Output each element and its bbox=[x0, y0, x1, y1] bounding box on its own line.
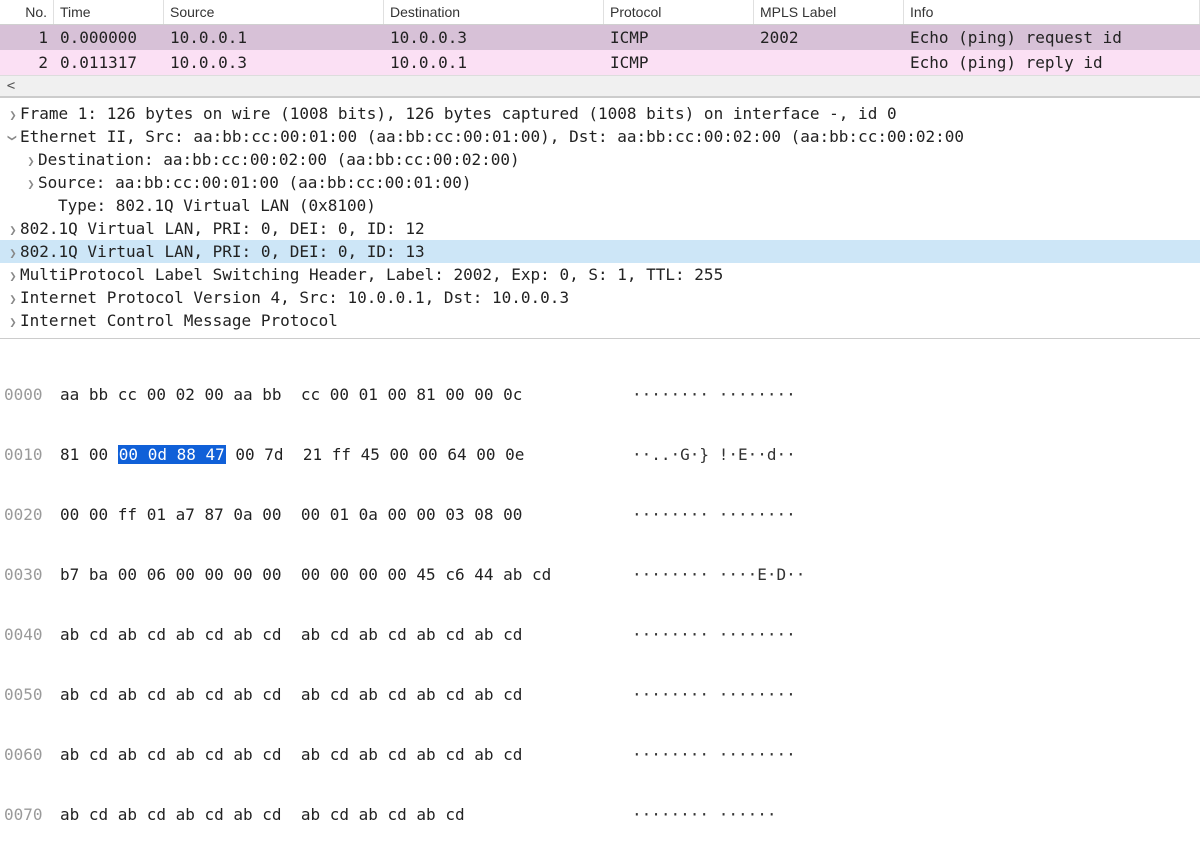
hex-line: 002000 00 ff 01 a7 87 0a 00 00 01 0a 00 … bbox=[4, 505, 1200, 525]
cell-mpls bbox=[754, 50, 904, 75]
hex-bytes: aa bb cc 00 02 00 aa bb cc 00 01 00 81 0… bbox=[60, 385, 620, 405]
tree-item-icmp[interactable]: Internet Control Message Protocol bbox=[0, 309, 1200, 332]
hex-line: 0040ab cd ab cd ab cd ab cd ab cd ab cd … bbox=[4, 625, 1200, 645]
cell-protocol: ICMP bbox=[604, 25, 754, 50]
hex-bytes: ab cd ab cd ab cd ab cd ab cd ab cd ab c… bbox=[60, 805, 620, 825]
cell-protocol: ICMP bbox=[604, 50, 754, 75]
caret-icon[interactable] bbox=[6, 269, 20, 283]
hex-bytes: ab cd ab cd ab cd ab cd ab cd ab cd ab c… bbox=[60, 685, 620, 705]
tree-label: Destination: aa:bb:cc:00:02:00 (aa:bb:cc… bbox=[38, 150, 520, 169]
caret-icon[interactable] bbox=[6, 131, 20, 145]
column-header-destination[interactable]: Destination bbox=[384, 0, 604, 24]
hex-offset: 0020 bbox=[4, 505, 60, 525]
column-header-source[interactable]: Source bbox=[164, 0, 384, 24]
tree-label: MultiProtocol Label Switching Header, La… bbox=[20, 265, 723, 284]
column-header-time[interactable]: Time bbox=[54, 0, 164, 24]
caret-icon[interactable] bbox=[24, 177, 38, 191]
cell-source: 10.0.0.3 bbox=[164, 50, 384, 75]
cell-source: 10.0.0.1 bbox=[164, 25, 384, 50]
cell-time: 0.000000 bbox=[54, 25, 164, 50]
hex-dump-pane[interactable]: 0000aa bb cc 00 02 00 aa bb cc 00 01 00 … bbox=[0, 339, 1200, 845]
cell-no: 2 bbox=[0, 50, 54, 75]
caret-icon[interactable] bbox=[6, 223, 20, 237]
cell-info: Echo (ping) reply id bbox=[904, 50, 1200, 75]
hex-offset: 0050 bbox=[4, 685, 60, 705]
hex-bytes: b7 ba 00 06 00 00 00 00 00 00 00 00 45 c… bbox=[60, 565, 620, 585]
tree-label: Ethernet II, Src: aa:bb:cc:00:01:00 (aa:… bbox=[20, 127, 964, 146]
column-header-mpls-label[interactable]: MPLS Label bbox=[754, 0, 904, 24]
packet-row[interactable]: 2 0.011317 10.0.0.3 10.0.0.1 ICMP Echo (… bbox=[0, 50, 1200, 75]
hex-highlight: 00 0d 88 47 bbox=[118, 445, 226, 464]
scroll-left-arrow-icon[interactable]: < bbox=[0, 75, 22, 97]
hex-offset: 0040 bbox=[4, 625, 60, 645]
column-header-no[interactable]: No. bbox=[0, 0, 54, 24]
cell-no: 1 bbox=[0, 25, 54, 50]
hex-bytes: 81 00 00 0d 88 47 00 7d 21 ff 45 00 00 6… bbox=[60, 445, 620, 465]
horizontal-scrollbar[interactable]: < bbox=[0, 75, 1200, 97]
tree-item-vlan-12[interactable]: 802.1Q Virtual LAN, PRI: 0, DEI: 0, ID: … bbox=[0, 217, 1200, 240]
tree-label: 802.1Q Virtual LAN, PRI: 0, DEI: 0, ID: … bbox=[20, 242, 425, 261]
column-header-protocol[interactable]: Protocol bbox=[604, 0, 754, 24]
tree-label: Internet Control Message Protocol bbox=[20, 311, 338, 330]
hex-offset: 0010 bbox=[4, 445, 60, 465]
hex-ascii: ········ ····E·D·· bbox=[620, 565, 805, 585]
hex-ascii: ··..·G·} !·E··d·· bbox=[620, 445, 796, 465]
tree-label: Source: aa:bb:cc:00:01:00 (aa:bb:cc:00:0… bbox=[38, 173, 471, 192]
tree-label: Frame 1: 126 bytes on wire (1008 bits), … bbox=[20, 104, 897, 123]
hex-ascii: ········ ········ bbox=[620, 505, 796, 525]
tree-item-frame[interactable]: Frame 1: 126 bytes on wire (1008 bits), … bbox=[0, 102, 1200, 125]
cell-time: 0.011317 bbox=[54, 50, 164, 75]
hex-offset: 0000 bbox=[4, 385, 60, 405]
tree-label: Type: 802.1Q Virtual LAN (0x8100) bbox=[58, 196, 376, 215]
hex-line: 001081 00 00 0d 88 47 00 7d 21 ff 45 00 … bbox=[4, 445, 1200, 465]
hex-line: 0060ab cd ab cd ab cd ab cd ab cd ab cd … bbox=[4, 745, 1200, 765]
cell-destination: 10.0.0.1 bbox=[384, 50, 604, 75]
packet-list-header-row: No. Time Source Destination Protocol MPL… bbox=[0, 0, 1200, 25]
hex-line: 0070ab cd ab cd ab cd ab cd ab cd ab cd … bbox=[4, 805, 1200, 825]
packet-details-pane: Frame 1: 126 bytes on wire (1008 bits), … bbox=[0, 98, 1200, 339]
tree-label: 802.1Q Virtual LAN, PRI: 0, DEI: 0, ID: … bbox=[20, 219, 425, 238]
hex-line: 0000aa bb cc 00 02 00 aa bb cc 00 01 00 … bbox=[4, 385, 1200, 405]
caret-icon[interactable] bbox=[6, 292, 20, 306]
hex-line: 0050ab cd ab cd ab cd ab cd ab cd ab cd … bbox=[4, 685, 1200, 705]
hex-offset: 0030 bbox=[4, 565, 60, 585]
caret-icon[interactable] bbox=[6, 108, 20, 122]
hex-ascii: ········ ········ bbox=[620, 625, 796, 645]
hex-ascii: ········ ········ bbox=[620, 385, 796, 405]
tree-item-eth-type[interactable]: Type: 802.1Q Virtual LAN (0x8100) bbox=[0, 194, 1200, 217]
tree-item-mpls[interactable]: MultiProtocol Label Switching Header, La… bbox=[0, 263, 1200, 286]
column-header-info[interactable]: Info bbox=[904, 0, 1200, 24]
cell-info: Echo (ping) request id bbox=[904, 25, 1200, 50]
hex-offset: 0070 bbox=[4, 805, 60, 825]
packet-row[interactable]: 1 0.000000 10.0.0.1 10.0.0.3 ICMP 2002 E… bbox=[0, 25, 1200, 50]
tree-item-eth-source[interactable]: Source: aa:bb:cc:00:01:00 (aa:bb:cc:00:0… bbox=[0, 171, 1200, 194]
tree-item-ipv4[interactable]: Internet Protocol Version 4, Src: 10.0.0… bbox=[0, 286, 1200, 309]
packet-list-pane: No. Time Source Destination Protocol MPL… bbox=[0, 0, 1200, 98]
cell-mpls: 2002 bbox=[754, 25, 904, 50]
caret-icon[interactable] bbox=[6, 315, 20, 329]
tree-item-vlan-13[interactable]: 802.1Q Virtual LAN, PRI: 0, DEI: 0, ID: … bbox=[0, 240, 1200, 263]
hex-bytes: ab cd ab cd ab cd ab cd ab cd ab cd ab c… bbox=[60, 625, 620, 645]
caret-icon[interactable] bbox=[24, 154, 38, 168]
hex-bytes: 00 00 ff 01 a7 87 0a 00 00 01 0a 00 00 0… bbox=[60, 505, 620, 525]
tree-label: Internet Protocol Version 4, Src: 10.0.0… bbox=[20, 288, 569, 307]
hex-offset: 0060 bbox=[4, 745, 60, 765]
caret-icon[interactable] bbox=[6, 246, 20, 260]
cell-destination: 10.0.0.3 bbox=[384, 25, 604, 50]
tree-item-ethernet[interactable]: Ethernet II, Src: aa:bb:cc:00:01:00 (aa:… bbox=[0, 125, 1200, 148]
hex-ascii: ········ ······ bbox=[620, 805, 777, 825]
hex-ascii: ········ ········ bbox=[620, 685, 796, 705]
hex-bytes: ab cd ab cd ab cd ab cd ab cd ab cd ab c… bbox=[60, 745, 620, 765]
hex-ascii: ········ ········ bbox=[620, 745, 796, 765]
tree-item-eth-destination[interactable]: Destination: aa:bb:cc:00:02:00 (aa:bb:cc… bbox=[0, 148, 1200, 171]
hex-line: 0030b7 ba 00 06 00 00 00 00 00 00 00 00 … bbox=[4, 565, 1200, 585]
